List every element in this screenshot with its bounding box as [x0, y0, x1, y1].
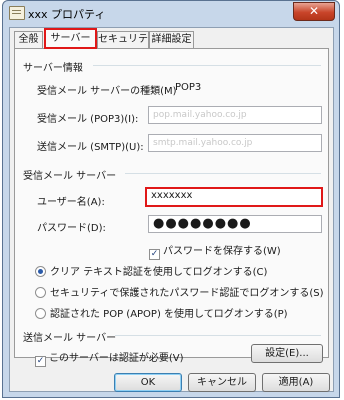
server-tab-page: サーバー情報 受信メール サーバーの種類(M) POP3 受信メール (POP3…	[14, 48, 329, 367]
requires-auth-checkbox-row[interactable]: ✓ このサーバーは認証が必要(V)	[35, 349, 184, 367]
outgoing-server-heading: 送信メール サーバー	[23, 333, 117, 344]
outgoing-smtp-label: 送信メール (SMTP)(U):	[37, 142, 144, 153]
password-label: パスワード(D):	[37, 223, 106, 234]
radio-clear-text[interactable]	[35, 266, 46, 277]
outgoing-settings-button[interactable]: 設定(E)...	[251, 344, 323, 363]
auth-option-label: セキュリティで保護されたパスワード認証でログオンする(S)	[50, 288, 324, 299]
incoming-server-type-label: 受信メール サーバーの種類(M)	[37, 86, 177, 97]
properties-dialog: xxx プロパティ ✕ 全般 サーバー セキュリティ 詳細設定 サーバー情報 受…	[2, 0, 340, 398]
incoming-server-heading: 受信メール サーバー	[23, 171, 117, 182]
ok-button[interactable]: OK	[114, 373, 182, 392]
title-bar[interactable]: xxx プロパティ ✕	[3, 1, 339, 25]
auth-option-clear-text[interactable]: クリア テキスト認証を使用してログオンする(C)	[35, 263, 267, 278]
mail-account-icon	[9, 6, 25, 20]
server-info-heading: サーバー情報	[23, 63, 83, 74]
outgoing-smtp-field[interactable]: smtp.mail.yahoo.co.jp	[148, 134, 322, 152]
apply-button[interactable]: 適用(A)	[262, 373, 330, 392]
save-password-label: パスワードを保存する(W)	[163, 246, 281, 257]
requires-auth-checkbox[interactable]: ✓	[35, 356, 46, 367]
group-divider	[115, 335, 321, 336]
auth-option-secure-password[interactable]: セキュリティで保護されたパスワード認証でログオンする(S)	[35, 284, 324, 299]
save-password-checkbox[interactable]: ✓	[149, 249, 160, 260]
password-field[interactable]: ●●●●●●●●	[148, 215, 322, 233]
dialog-client-area: 全般 サーバー セキュリティ 詳細設定 サーバー情報 受信メール サーバーの種類…	[9, 27, 334, 392]
cancel-button[interactable]: キャンセル	[188, 373, 256, 392]
tab-general[interactable]: 全般	[14, 31, 43, 48]
window-title: xxx プロパティ	[28, 8, 106, 21]
save-password-checkbox-row[interactable]: ✓ パスワードを保存する(W)	[149, 242, 281, 260]
incoming-pop3-label: 受信メール (POP3)(I):	[37, 114, 139, 125]
auth-option-label: クリア テキスト認証を使用してログオンする(C)	[50, 267, 268, 278]
group-divider	[125, 173, 321, 174]
close-button[interactable]: ✕	[293, 2, 335, 21]
group-divider	[93, 65, 321, 66]
auth-option-apop[interactable]: 認証された POP (APOP) を使用してログオンする(P)	[35, 305, 288, 320]
incoming-pop3-field[interactable]: pop.mail.yahoo.co.jp	[148, 106, 322, 124]
tab-advanced[interactable]: 詳細設定	[149, 31, 194, 48]
auth-option-label: 認証された POP (APOP) を使用してログオンする(P)	[50, 309, 288, 320]
tab-server[interactable]: サーバー	[44, 28, 97, 49]
incoming-server-type-value: POP3	[175, 82, 202, 93]
radio-apop[interactable]	[35, 308, 46, 319]
radio-secure-password[interactable]	[35, 287, 46, 298]
requires-auth-label: このサーバーは認証が必要(V)	[49, 353, 184, 364]
username-field[interactable]: xxxxxxx	[145, 187, 323, 207]
tab-security[interactable]: セキュリティ	[97, 31, 149, 61]
username-label: ユーザー名(A):	[37, 197, 105, 208]
close-icon: ✕	[308, 4, 320, 18]
